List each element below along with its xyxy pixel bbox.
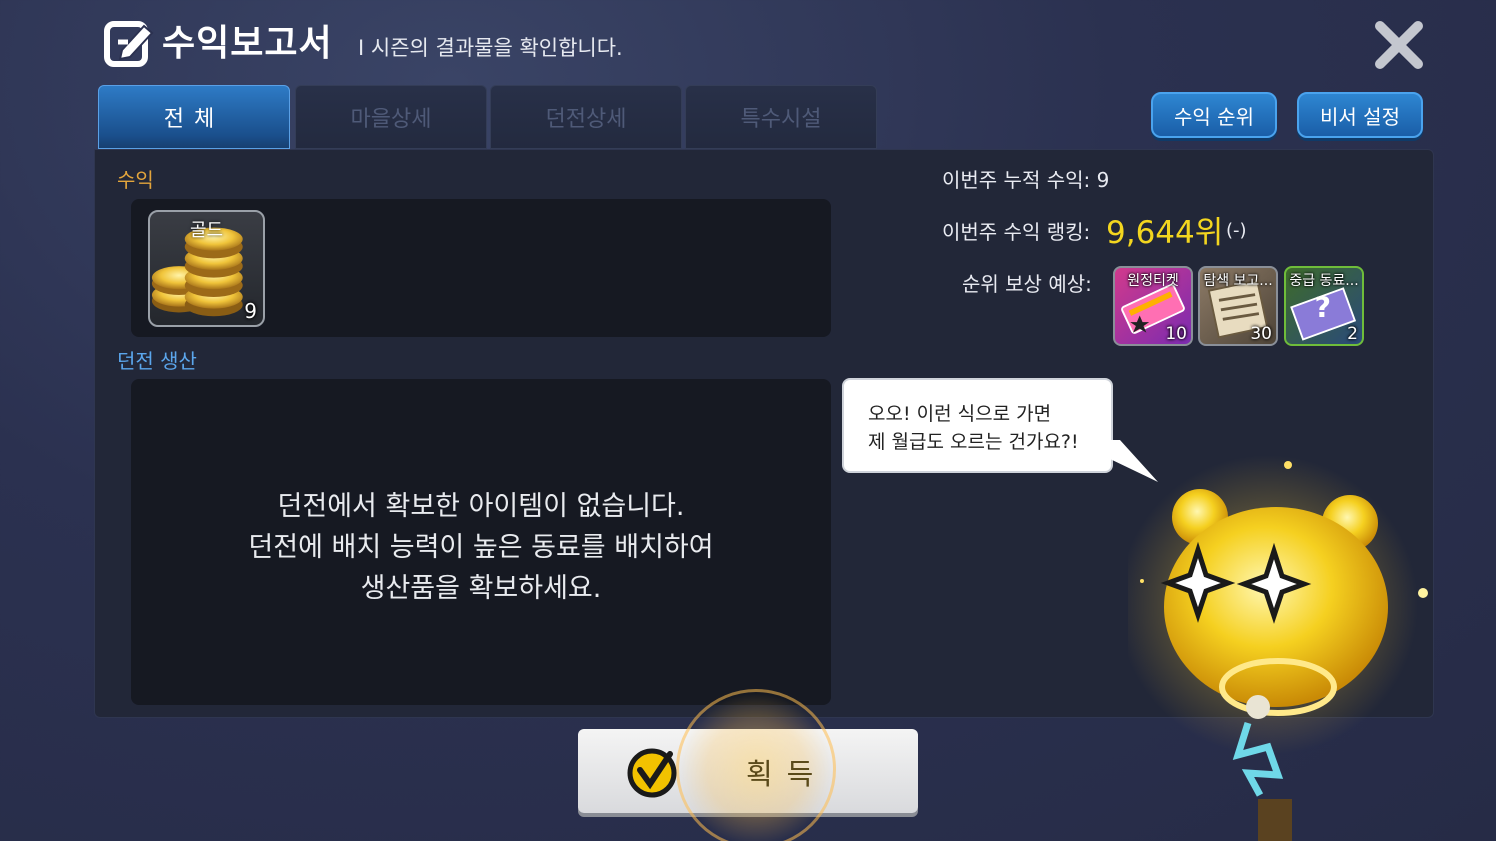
report-edit-icon xyxy=(104,21,154,67)
revenue-section-label: 수익 xyxy=(117,168,154,192)
tab-all[interactable]: 전체 xyxy=(98,85,290,149)
reward-item-name: 중급 동료... xyxy=(1289,273,1359,289)
reward-item-count: 10 xyxy=(1165,324,1187,344)
secretary-speech-bubble: 오오! 이런 식으로 가면 제 월급도 오르는 건가요?! xyxy=(842,378,1113,473)
close-icon[interactable] xyxy=(1372,18,1426,72)
reward-item-scroll-report[interactable]: 탐색 보고... 30 xyxy=(1198,266,1278,346)
reward-item-name: 탐색 보고... xyxy=(1203,273,1273,289)
empty-message-line: 생산품을 확보하세요. xyxy=(360,573,602,604)
page-subtitle: I 시즌의 결과물을 확인합니다. xyxy=(358,36,623,60)
reward-item-expedition-ticket[interactable]: 원정티켓 10 xyxy=(1113,266,1193,346)
dungeon-empty-message: 던전에서 확보한 아이템이 없습니다. 던전에 배치 능력이 높은 동료를 배치… xyxy=(166,486,796,609)
revenue-rank-label: 이번주 수익 랭킹: xyxy=(942,220,1091,244)
tab-dungeon-detail[interactable]: 던전상세 xyxy=(490,85,682,149)
page-title: 수익보고서 xyxy=(162,23,333,64)
tab-village-detail[interactable]: 마을상세 xyxy=(295,85,487,149)
dungeon-section-label: 던전 생산 xyxy=(117,349,197,373)
svg-text:?: ? xyxy=(1315,291,1332,324)
reward-item-count: 30 xyxy=(1250,324,1272,344)
tab-special-facility[interactable]: 특수시설 xyxy=(685,85,877,149)
gold-item[interactable]: 골드 9 xyxy=(148,210,265,327)
rank-reward-label: 순위 보상 예상: xyxy=(962,272,1092,296)
empty-message-line: 던전에 배치 능력이 높은 동료를 배치하여 xyxy=(248,532,714,563)
gold-item-count: 9 xyxy=(244,299,257,323)
reward-item-count: 2 xyxy=(1347,324,1358,344)
secretary-mascot-icon xyxy=(1128,455,1428,841)
reward-item-mystery-companion[interactable]: ? 중급 동료... 2 xyxy=(1284,266,1364,346)
revenue-ranking-button[interactable]: 수익 순위 xyxy=(1151,92,1277,138)
reward-item-name: 원정티켓 xyxy=(1127,273,1179,289)
check-circle-icon xyxy=(627,748,677,798)
revenue-rank-delta: (-) xyxy=(1226,220,1247,241)
weekly-revenue: 이번주 누적 수익: 9 xyxy=(942,168,1110,192)
revenue-rank-value: 9,644위 xyxy=(1106,215,1224,251)
gold-item-name: 골드 xyxy=(189,220,224,241)
speech-line: 오오! 이런 식으로 가면 xyxy=(868,403,1052,425)
acquire-button-label: 획득 xyxy=(746,757,828,791)
secretary-settings-button[interactable]: 비서 설정 xyxy=(1297,92,1423,138)
speech-line: 제 월급도 오르는 건가요?! xyxy=(868,431,1079,453)
empty-message-line: 던전에서 확보한 아이템이 없습니다. xyxy=(277,491,685,522)
